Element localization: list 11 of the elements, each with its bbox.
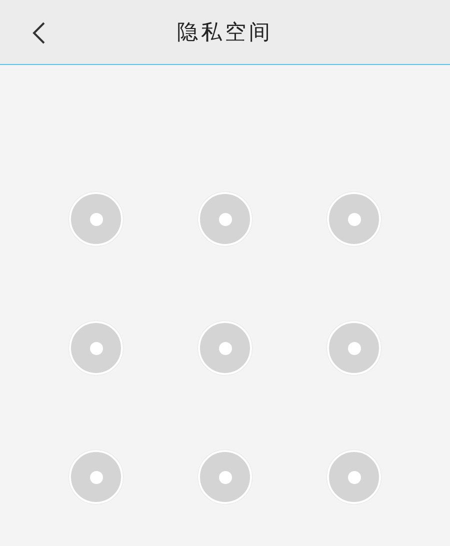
pattern-node[interactable]	[327, 192, 381, 246]
pattern-node[interactable]	[198, 450, 252, 504]
pattern-node[interactable]	[69, 450, 123, 504]
pattern-node[interactable]	[69, 321, 123, 375]
pattern-node[interactable]	[198, 192, 252, 246]
pattern-node[interactable]	[198, 321, 252, 375]
pattern-node[interactable]	[69, 192, 123, 246]
back-icon[interactable]	[32, 22, 46, 44]
pattern-node[interactable]	[327, 450, 381, 504]
page-title: 隐私空间	[177, 19, 273, 46]
pattern-node[interactable]	[327, 321, 381, 375]
